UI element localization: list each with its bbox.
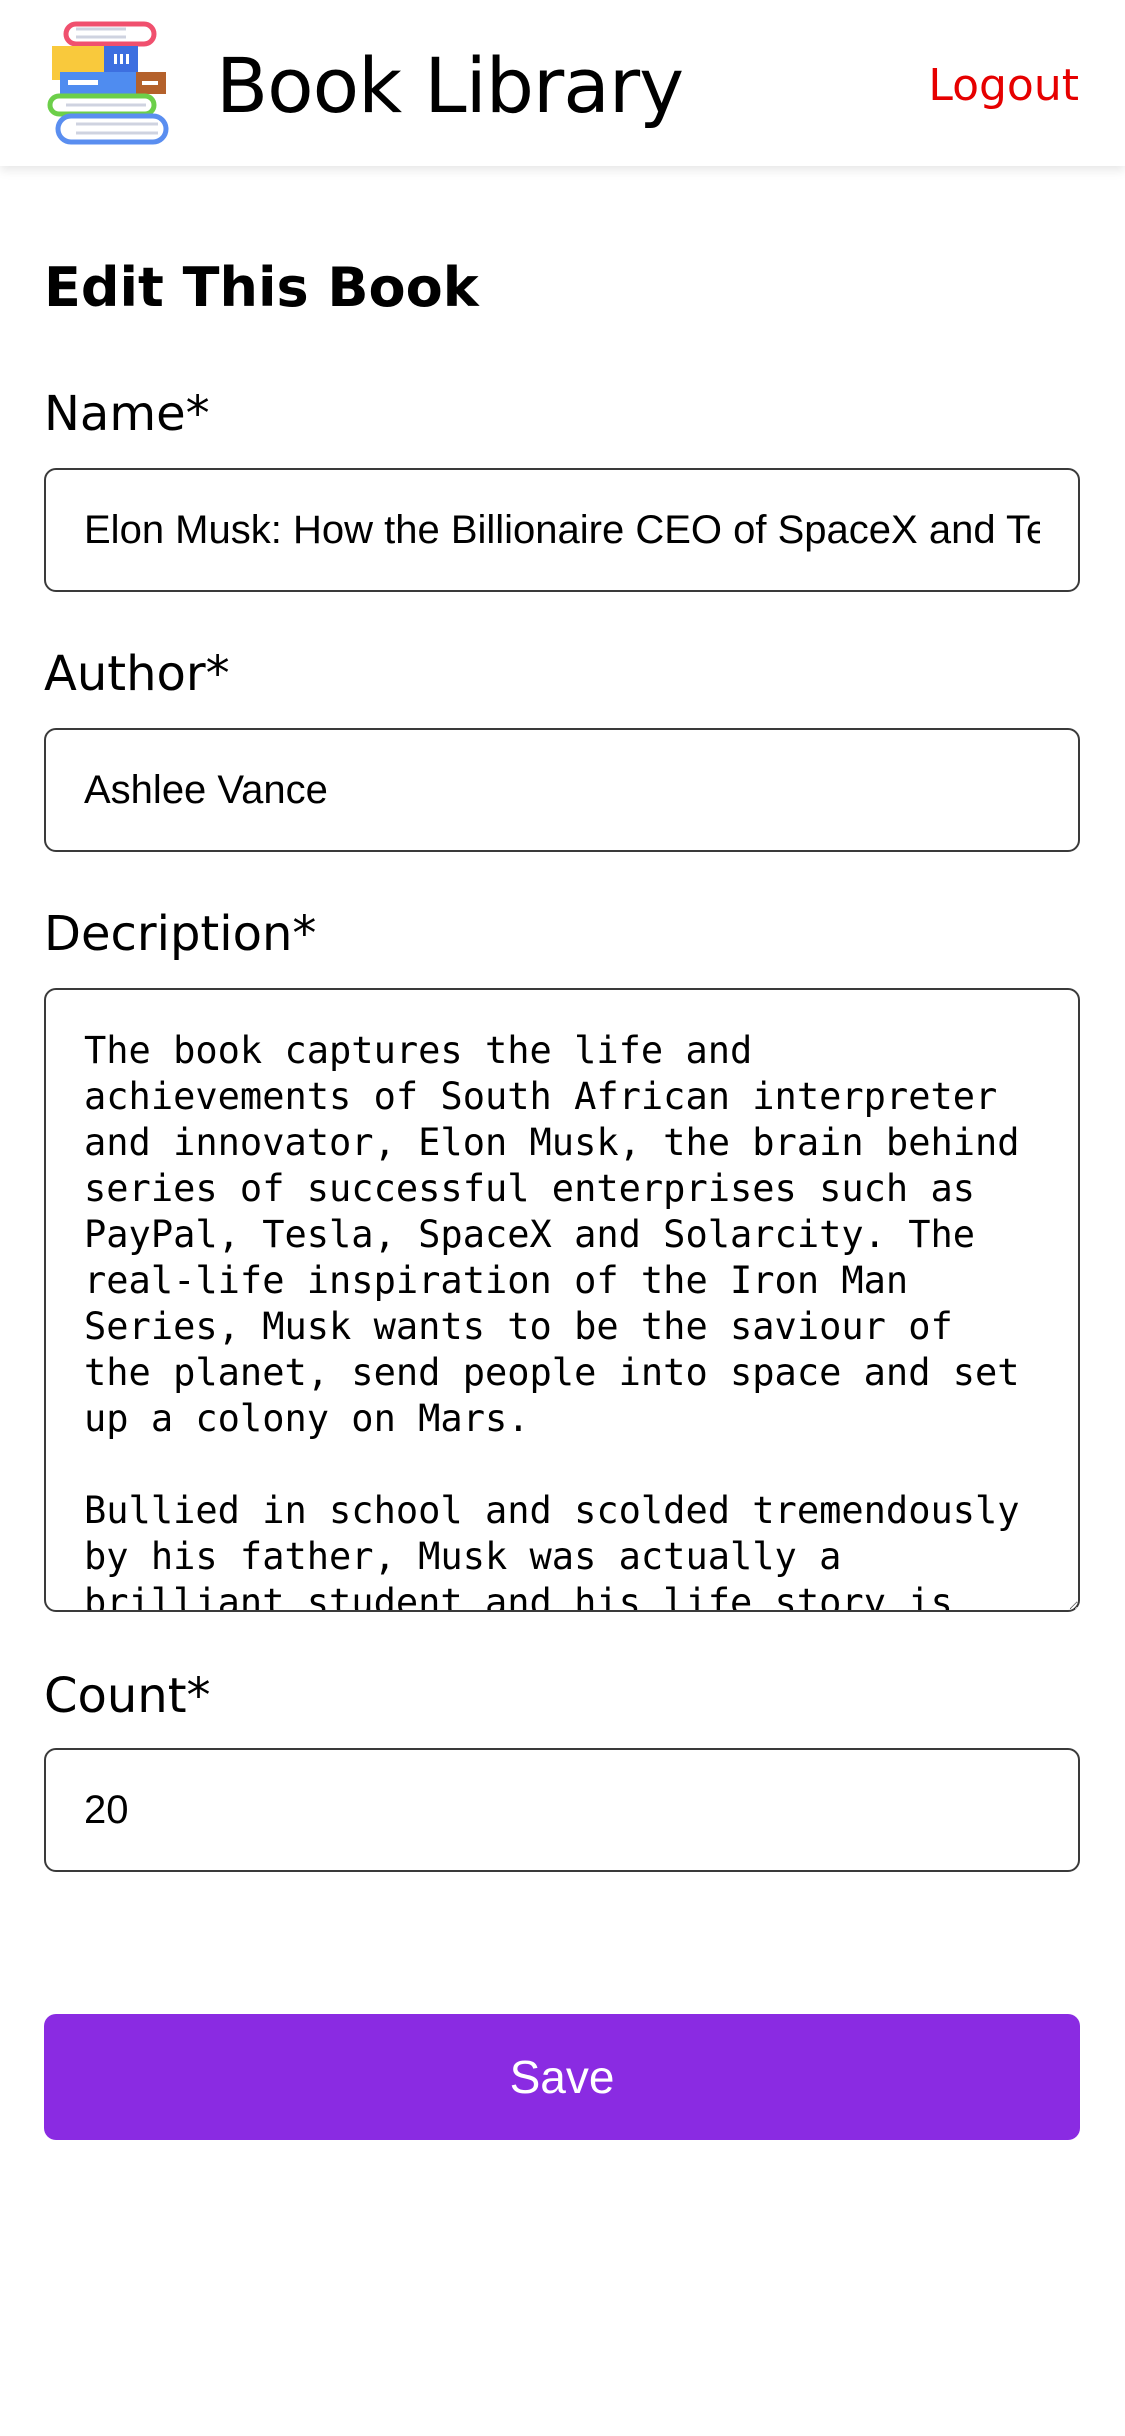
save-button[interactable]: Save: [44, 2014, 1080, 2140]
author-input[interactable]: [44, 728, 1080, 852]
author-label: Author*: [44, 646, 230, 702]
app-header: Book Library Logout: [0, 0, 1125, 166]
app-title: Book Library: [216, 41, 684, 130]
description-label: Decription*: [44, 906, 317, 962]
count-input[interactable]: [44, 1748, 1080, 1872]
count-label: Count*: [44, 1668, 211, 1724]
logout-link[interactable]: Logout: [928, 56, 1079, 116]
page-title: Edit This Book: [44, 256, 479, 319]
books-stack-icon: [47, 21, 169, 145]
name-input[interactable]: [44, 468, 1080, 592]
name-label: Name*: [44, 386, 210, 442]
description-textarea[interactable]: The book captures the life and achieveme…: [44, 988, 1080, 1612]
